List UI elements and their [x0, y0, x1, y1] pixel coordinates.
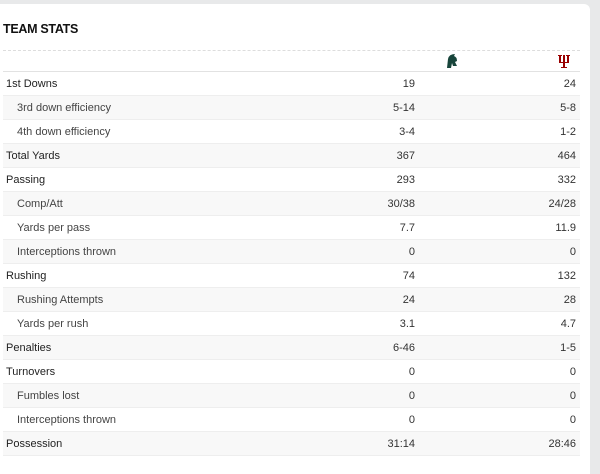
stat-row: Passing293 332: [3, 168, 580, 192]
stat-label: Turnovers: [3, 366, 355, 378]
stat-label: Interceptions thrown: [3, 414, 355, 426]
stat-row: Interceptions thrown00: [3, 408, 580, 432]
team1-value: 3.1: [355, 318, 415, 330]
team2-value: 24/28: [516, 198, 576, 210]
stat-label: Total Yards: [3, 150, 355, 162]
spartan-helmet-icon: [443, 52, 461, 70]
team1-value: 0: [355, 414, 415, 426]
team2-value: 11.9: [516, 222, 576, 234]
stat-row: 1st Downs19 24: [3, 72, 580, 96]
stat-row: Fumbles lost00: [3, 384, 580, 408]
team2-value: 5-8: [516, 102, 576, 114]
stat-label: 3rd down efficiency: [3, 102, 355, 114]
stat-row: Yards per rush3.1 4.7: [3, 312, 580, 336]
stat-label: Passing: [3, 174, 355, 186]
team1-value: 0: [355, 366, 415, 378]
team2-value: 0: [516, 366, 576, 378]
team2-value: 4.7: [516, 318, 576, 330]
team2-value: 0: [516, 390, 576, 402]
stat-row: Penalties6-46 1-5: [3, 336, 580, 360]
team1-value: 31:14: [355, 438, 415, 450]
team1-value: 0: [355, 246, 415, 258]
stat-row: 4th down efficiency3-4 1-2: [3, 120, 580, 144]
team1-value: 293: [355, 174, 415, 186]
stat-row: Comp/Att30/38 24/28: [3, 192, 580, 216]
stat-row: Rushing74 132: [3, 264, 580, 288]
team1-value: 5-14: [355, 102, 415, 114]
stat-label: Yards per rush: [3, 318, 355, 330]
team2-value: 464: [516, 150, 576, 162]
stat-row: Total Yards367 464: [3, 144, 580, 168]
team2-value: 1-2: [516, 126, 576, 138]
stat-row: Turnovers00: [3, 360, 580, 384]
iu-trident-icon: [555, 52, 573, 70]
stat-label: Comp/Att: [3, 198, 355, 210]
team1-value: 367: [355, 150, 415, 162]
stat-label: Fumbles lost: [3, 390, 355, 402]
team1-value: 6-46: [355, 342, 415, 354]
stat-label: Yards per pass: [3, 222, 355, 234]
stat-row: Interceptions thrown00: [3, 240, 580, 264]
team2-value: 1-5: [516, 342, 576, 354]
stat-label: Rushing Attempts: [3, 294, 355, 306]
team2-value: 0: [516, 414, 576, 426]
team1-value: 3-4: [355, 126, 415, 138]
team-stats-card: TEAM STATS 1st Downs19 24 3rd down efficie…: [0, 4, 590, 474]
stat-row: Possession31:14 28:46: [3, 432, 580, 456]
team2-value: 332: [516, 174, 576, 186]
stat-label: Rushing: [3, 270, 355, 282]
team2-value: 28:46: [516, 438, 576, 450]
team1-value: 30/38: [355, 198, 415, 210]
stat-label: Interceptions thrown: [3, 246, 355, 258]
stats-table: 1st Downs19 24 3rd down efficiency5-14 5-8 4…: [3, 72, 580, 456]
team1-value: 74: [355, 270, 415, 282]
stat-label: Penalties: [3, 342, 355, 354]
team1-value: 19: [355, 78, 415, 90]
stat-label: Possession: [3, 438, 355, 450]
team2-value: 132: [516, 270, 576, 282]
team-header-row: [3, 51, 580, 72]
team2-value: 28: [516, 294, 576, 306]
stat-label: 1st Downs: [3, 78, 355, 90]
stat-label: 4th down efficiency: [3, 126, 355, 138]
stat-row: Yards per pass7.7 11.9: [3, 216, 580, 240]
scrollbar[interactable]: [590, 0, 600, 469]
team2-value: 0: [516, 246, 576, 258]
team1-value: 24: [355, 294, 415, 306]
stat-row: 3rd down efficiency5-14 5-8: [3, 96, 580, 120]
section-title: TEAM STATS: [3, 22, 78, 36]
stat-row: Rushing Attempts24 28: [3, 288, 580, 312]
team2-value: 24: [516, 78, 576, 90]
team1-value: 7.7: [355, 222, 415, 234]
team1-value: 0: [355, 390, 415, 402]
